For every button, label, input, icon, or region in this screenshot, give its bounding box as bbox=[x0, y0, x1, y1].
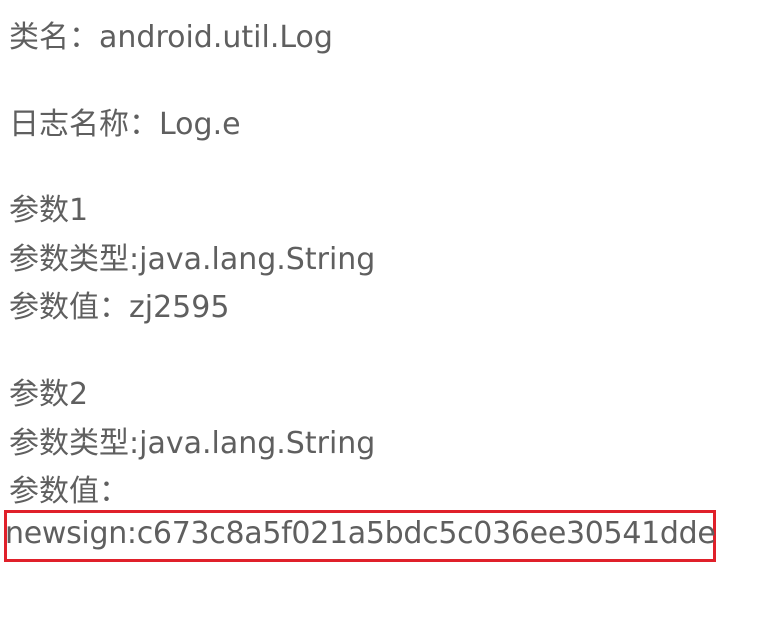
log-name-line: 日志名称：Log.e bbox=[9, 107, 241, 142]
param2-value-label: 参数值： bbox=[9, 474, 129, 509]
param1-value: 参数值：zj2595 bbox=[9, 290, 230, 325]
param2-title: 参数2 bbox=[9, 377, 89, 412]
class-name-line: 类名：android.util.Log bbox=[9, 20, 333, 55]
param2-value: newsign:c673c8a5f021a5bdc5c036ee30541dde bbox=[5, 516, 716, 551]
param2-type: 参数类型:java.lang.String bbox=[9, 426, 376, 461]
param1-type: 参数类型:java.lang.String bbox=[9, 242, 376, 277]
param1-title: 参数1 bbox=[9, 193, 89, 228]
